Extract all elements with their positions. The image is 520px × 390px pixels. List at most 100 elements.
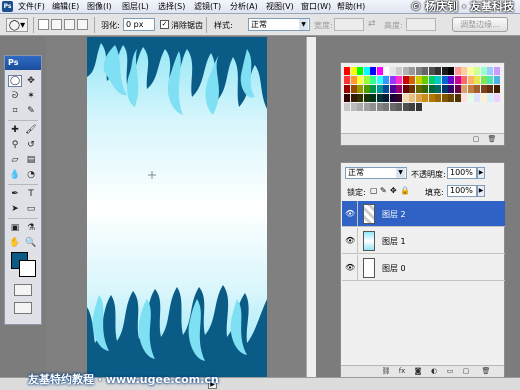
color-swatch[interactable] xyxy=(383,85,389,93)
color-swatch[interactable] xyxy=(389,94,396,102)
new-layer-icon[interactable]: ▢ xyxy=(461,367,471,376)
color-swatch[interactable] xyxy=(357,94,363,102)
lock-position-icon[interactable]: ✥ xyxy=(390,186,397,195)
fill-input[interactable]: 100% xyxy=(447,185,477,197)
color-swatch[interactable] xyxy=(389,85,396,93)
color-swatch[interactable] xyxy=(376,76,383,84)
color-swatch[interactable] xyxy=(363,67,370,75)
color-swatch[interactable] xyxy=(344,76,350,84)
color-swatch[interactable] xyxy=(344,85,350,93)
color-swatch[interactable] xyxy=(402,85,409,93)
clone-stamp-icon[interactable]: ⚲ xyxy=(8,139,22,151)
layer-mask-icon[interactable]: ◙ xyxy=(413,367,423,376)
layer-row-1[interactable]: 👁 图层 1 xyxy=(342,228,505,254)
color-swatch[interactable] xyxy=(487,67,493,75)
color-swatch[interactable] xyxy=(435,94,441,102)
color-swatch[interactable] xyxy=(435,85,441,93)
new-selection-icon[interactable] xyxy=(38,19,49,30)
lock-transparency-icon[interactable]: ▢ xyxy=(370,186,378,195)
color-swatch[interactable] xyxy=(448,67,454,75)
eye-icon[interactable]: 👁 xyxy=(345,209,355,218)
color-swatch[interactable] xyxy=(415,103,422,111)
color-swatch[interactable] xyxy=(396,76,402,84)
color-swatch[interactable] xyxy=(461,94,467,102)
delete-swatch-icon[interactable]: 🗑 xyxy=(487,135,497,144)
layer-row-0[interactable]: 👁 图层 0 xyxy=(342,255,505,281)
lock-all-icon[interactable]: 🔒 xyxy=(400,186,410,195)
menu-analysis[interactable]: 分析(A) xyxy=(230,1,258,13)
color-swatch[interactable] xyxy=(363,76,370,84)
color-swatch[interactable] xyxy=(480,76,487,84)
color-swatch[interactable] xyxy=(357,67,363,75)
color-swatch[interactable] xyxy=(454,76,461,84)
history-brush-icon[interactable]: ↺ xyxy=(24,139,38,151)
color-swatch[interactable] xyxy=(480,85,487,93)
layer-style-icon[interactable]: fx xyxy=(397,367,407,376)
color-swatch[interactable] xyxy=(344,94,350,102)
color-swatch[interactable] xyxy=(493,85,500,93)
color-swatch[interactable] xyxy=(383,103,389,111)
color-swatch[interactable] xyxy=(370,67,376,75)
color-swatch[interactable] xyxy=(396,94,402,102)
color-swatch[interactable] xyxy=(363,103,370,111)
color-swatch[interactable] xyxy=(461,67,467,75)
color-swatch[interactable] xyxy=(415,85,422,93)
layer-name[interactable]: 图层 0 xyxy=(382,263,406,274)
color-swatch[interactable] xyxy=(376,85,383,93)
magic-wand-icon[interactable]: ✶ xyxy=(24,90,38,102)
new-swatch-icon[interactable]: ▢ xyxy=(471,135,481,144)
color-swatch[interactable] xyxy=(435,76,441,84)
color-swatch[interactable] xyxy=(422,94,428,102)
document-canvas[interactable] xyxy=(87,37,267,377)
crop-tool-icon[interactable]: ⌗ xyxy=(8,105,22,117)
color-swatch[interactable] xyxy=(376,103,383,111)
lasso-tool-icon[interactable]: ᘐ xyxy=(8,90,22,102)
color-swatch[interactable] xyxy=(441,67,448,75)
color-swatch[interactable] xyxy=(441,76,448,84)
blend-mode-select[interactable]: 正常 ▼ xyxy=(345,167,407,179)
color-swatch[interactable] xyxy=(487,76,493,84)
color-swatch[interactable] xyxy=(493,76,500,84)
toolbox-header[interactable]: Ps xyxy=(5,56,41,70)
color-swatch[interactable] xyxy=(370,85,376,93)
fill-arrow-icon[interactable]: ▶ xyxy=(477,185,485,197)
move-tool-icon[interactable]: ✥ xyxy=(24,75,38,87)
color-swatch[interactable] xyxy=(441,85,448,93)
opacity-input[interactable]: 100% xyxy=(447,167,477,179)
subtract-selection-icon[interactable] xyxy=(64,19,75,30)
color-swatch[interactable] xyxy=(350,67,357,75)
color-swatch[interactable] xyxy=(441,94,448,102)
color-swatch[interactable] xyxy=(428,76,435,84)
color-swatch[interactable] xyxy=(454,94,461,102)
color-swatch[interactable] xyxy=(350,103,357,111)
color-swatch[interactable] xyxy=(415,94,422,102)
marquee-tool-preset-icon[interactable]: ◯▾ xyxy=(6,18,28,32)
opacity-arrow-icon[interactable]: ▶ xyxy=(477,167,485,179)
quick-mask-icon[interactable] xyxy=(14,284,32,296)
color-swatch[interactable] xyxy=(474,67,480,75)
color-swatch[interactable] xyxy=(370,94,376,102)
color-swatch[interactable] xyxy=(487,85,493,93)
color-swatch[interactable] xyxy=(448,85,454,93)
color-swatch[interactable] xyxy=(428,94,435,102)
color-swatch[interactable] xyxy=(454,85,461,93)
color-swatch[interactable] xyxy=(350,76,357,84)
color-swatch[interactable] xyxy=(389,103,396,111)
color-swatch[interactable] xyxy=(448,94,454,102)
color-swatch[interactable] xyxy=(493,67,500,75)
color-swatch[interactable] xyxy=(350,85,357,93)
delete-layer-icon[interactable]: 🗑 xyxy=(481,367,491,376)
slice-tool-icon[interactable]: ✎ xyxy=(24,105,38,117)
layer-row-2[interactable]: 👁 图层 2 xyxy=(342,201,505,227)
hand-tool-icon[interactable]: ✋ xyxy=(8,237,22,249)
photoshop-icon[interactable]: Ps xyxy=(2,1,13,12)
color-swatch[interactable] xyxy=(422,85,428,93)
feather-input[interactable]: 0 px xyxy=(123,18,155,31)
eye-icon[interactable]: 👁 xyxy=(345,236,355,245)
color-swatch[interactable] xyxy=(422,67,428,75)
add-selection-icon[interactable] xyxy=(51,19,62,30)
color-swatch[interactable] xyxy=(428,85,435,93)
color-swatch[interactable] xyxy=(474,85,480,93)
menu-help[interactable]: 帮助(H) xyxy=(337,1,365,13)
menu-layer[interactable]: 图层(L) xyxy=(122,1,149,13)
